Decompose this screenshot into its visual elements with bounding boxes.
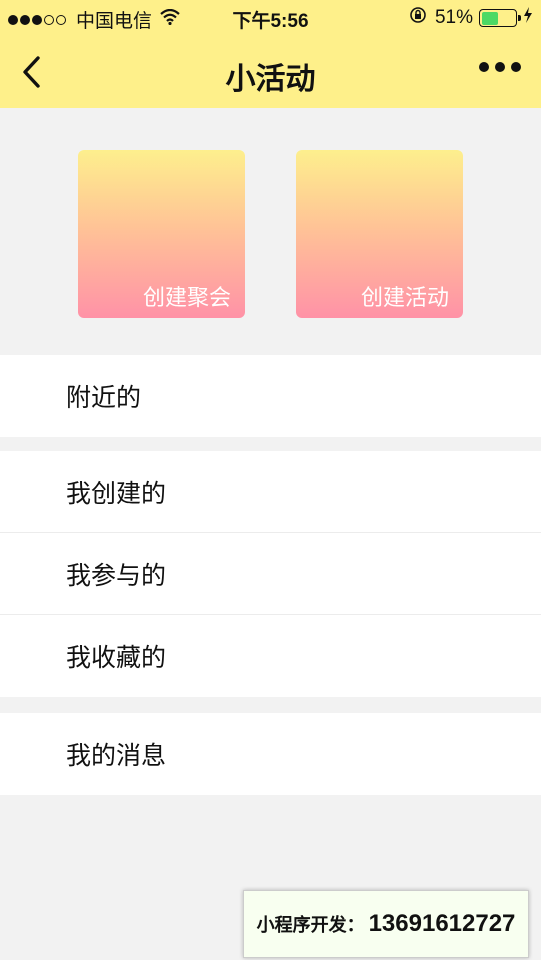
list-item-nearby[interactable]: 附近的 — [0, 355, 541, 437]
list-item-created[interactable]: 我创建的 — [0, 451, 541, 533]
create-gathering-tile[interactable]: 创建聚会 — [78, 150, 245, 318]
navigation-bar: 小活动 — [0, 36, 541, 108]
list-item-label: 我参与的 — [66, 561, 167, 590]
carrier-name: 中国电信 — [76, 11, 153, 32]
battery-icon — [479, 9, 521, 27]
status-left: 中国电信 — [8, 6, 180, 33]
nearby-group: 附近的 — [0, 355, 541, 437]
more-dots-icon — [479, 62, 489, 72]
list-item-label: 附近的 — [66, 384, 142, 412]
list-item-messages[interactable]: 我的消息 — [0, 713, 541, 795]
more-button[interactable] — [479, 62, 521, 72]
list-item-label: 我创建的 — [66, 479, 167, 508]
developer-contact-watermark: 小程序开发： 13691612727 — [243, 890, 529, 958]
status-right: 51% — [409, 6, 533, 30]
messages-group: 我的消息 — [0, 713, 541, 795]
signal-strength-icon — [8, 14, 68, 25]
list-item-joined[interactable]: 我参与的 — [0, 533, 541, 615]
battery-percent: 51% — [434, 7, 473, 28]
action-tiles: 创建聚会 创建活动 — [0, 150, 541, 320]
orientation-lock-icon — [409, 6, 427, 30]
create-activity-tile[interactable]: 创建活动 — [296, 150, 463, 318]
page-title: 小活动 — [225, 63, 316, 96]
watermark-phone: 13691612727 — [368, 910, 516, 937]
my-activities-group: 我创建的 我参与的 我收藏的 — [0, 451, 541, 697]
list-item-label: 我的消息 — [66, 742, 167, 770]
tile-label: 创建活动 — [360, 285, 449, 310]
list-item-label: 我收藏的 — [66, 644, 167, 672]
watermark-label: 小程序开发： — [256, 915, 365, 935]
tile-label: 创建聚会 — [142, 285, 231, 310]
wifi-icon — [160, 8, 180, 31]
list-item-favorites[interactable]: 我收藏的 — [0, 615, 541, 697]
status-bar: 中国电信 下午5:56 51% — [0, 0, 541, 36]
charging-bolt-icon — [523, 7, 533, 29]
